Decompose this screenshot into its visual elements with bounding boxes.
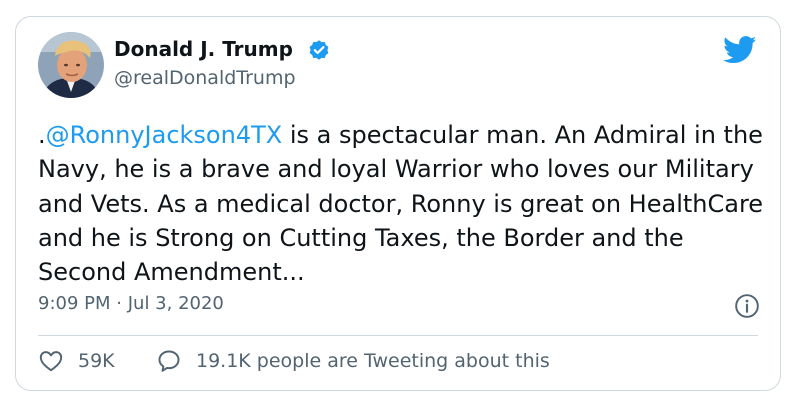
conversation-link[interactable]: 19.1K people are Tweeting about this <box>156 348 550 374</box>
tweet-time: 9:09 PM <box>38 293 111 314</box>
tweet-text: .@RonnyJackson4TX is a spectacular man. … <box>38 118 766 289</box>
meta-separator: · <box>116 293 122 314</box>
like-count: 59K <box>78 350 115 372</box>
conversation-text: 19.1K people are Tweeting about this <box>196 350 550 372</box>
heart-icon <box>39 351 63 372</box>
author-handle[interactable]: @realDonaldTrump <box>114 67 296 89</box>
verified-badge-icon <box>309 40 329 60</box>
avatar[interactable] <box>38 32 104 98</box>
tweet-timestamp[interactable]: 9:09 PM · Jul 3, 2020 <box>38 293 224 314</box>
tweet-date: Jul 3, 2020 <box>127 293 224 314</box>
like-button[interactable]: 59K <box>38 348 115 374</box>
mention-link[interactable]: @RonnyJackson4TX <box>46 121 283 149</box>
info-icon[interactable] <box>734 293 760 319</box>
twitter-bird-icon[interactable] <box>723 36 757 64</box>
avatar-image <box>38 32 104 98</box>
divider <box>38 335 758 336</box>
speech-bubble-icon <box>158 350 180 372</box>
tweet-card[interactable]: Donald J. Trump @realDonaldTrump .@Ronny… <box>15 16 781 391</box>
tweet-prefix: . <box>38 121 46 149</box>
author-name[interactable]: Donald J. Trump <box>114 37 293 61</box>
